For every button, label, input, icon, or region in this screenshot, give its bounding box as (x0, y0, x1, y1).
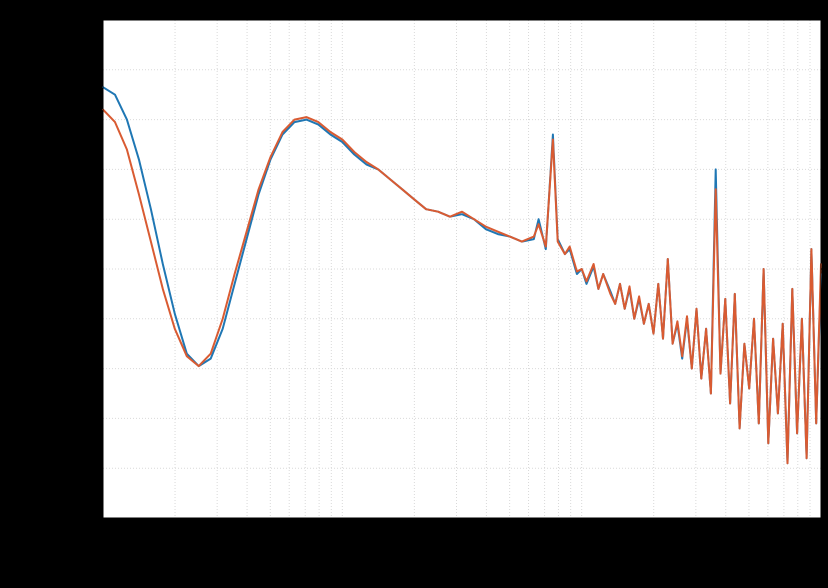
line-chart (0, 0, 828, 588)
